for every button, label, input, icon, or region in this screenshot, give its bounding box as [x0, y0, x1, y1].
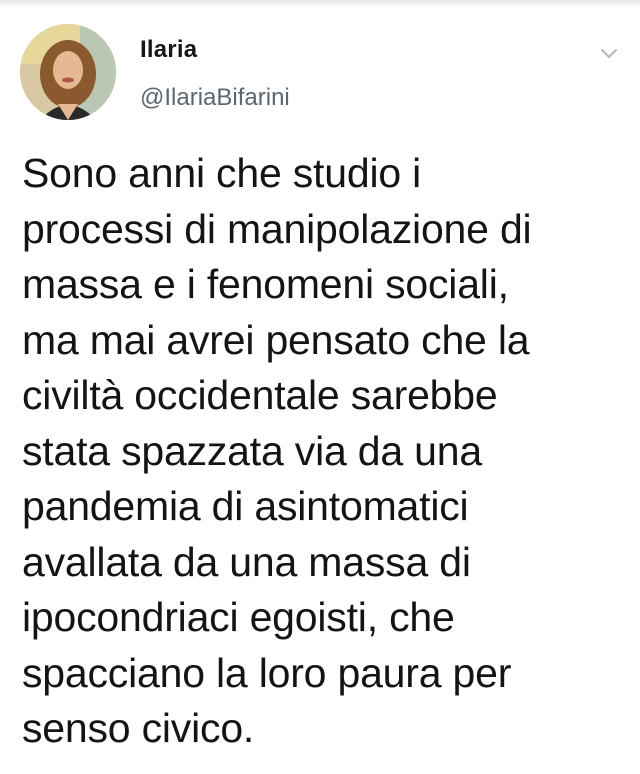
tweet-text: Sono anni che studio i processi di manip… [22, 150, 532, 751]
tweet-card: Ilaria @IlariaBifarini Sono anni che stu… [0, 0, 640, 774]
author-name[interactable]: Ilaria [140, 36, 197, 64]
chevron-down-icon[interactable] [598, 42, 620, 64]
avatar-photo [20, 24, 116, 120]
avatar[interactable] [20, 24, 116, 120]
author-handle[interactable]: @IlariaBifarini [140, 84, 290, 112]
